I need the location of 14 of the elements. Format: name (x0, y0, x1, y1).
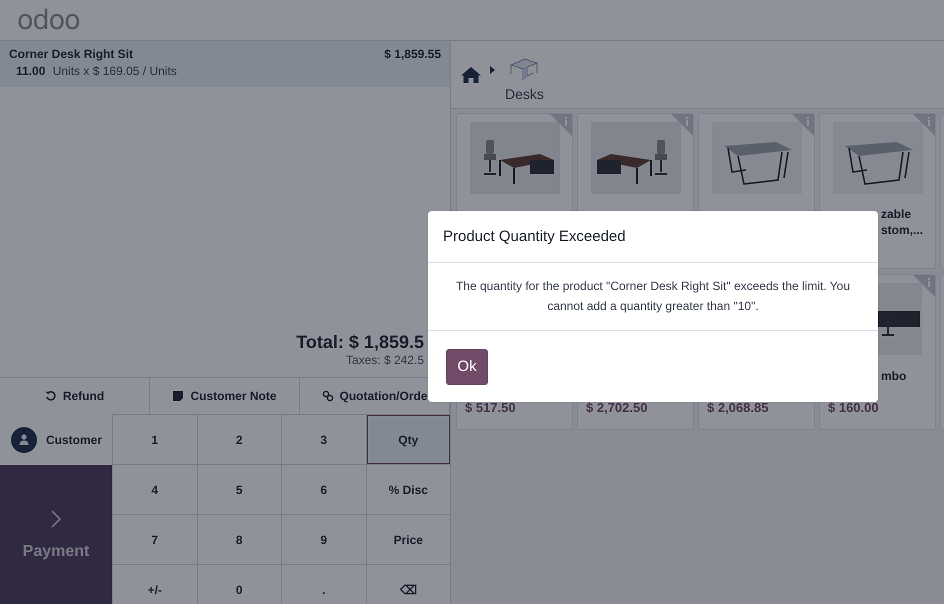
product-price: $ 2,702.50 (586, 400, 648, 415)
order-total: Total: $ 1,859.5 (296, 332, 424, 353)
product-price: $ 517.50 (465, 400, 516, 415)
product-price: $ 2,068.85 (707, 400, 768, 415)
line-price: $ 1,859.55 (384, 47, 441, 61)
product-price: $ 160.00 (828, 400, 879, 415)
dialog-message: The quantity for the product "Corner Desk Right Sit" exceeds the limit. You cannot add a quantity greater than "10". (454, 278, 852, 314)
product-name: mbo (881, 368, 906, 384)
product-name: Corner Desk Right Sit (9, 47, 134, 61)
quantity: 11.00 (16, 64, 46, 78)
dialog-title: Product Quantity Exceeded (443, 228, 626, 245)
taxes-amount: Taxes: $ 242.5 (346, 353, 424, 367)
product-name: zable stom,... (881, 206, 924, 238)
unit-price: Units x $ 169.05 / Units (52, 64, 177, 78)
